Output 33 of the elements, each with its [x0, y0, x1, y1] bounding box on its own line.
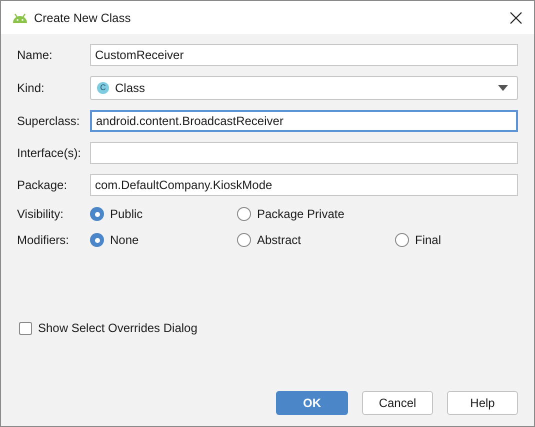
- window-title: Create New Class: [34, 10, 131, 26]
- radio-label[interactable]: None: [110, 231, 139, 249]
- field-label: Interface(s):: [17, 145, 82, 162]
- radio-label[interactable]: Final: [415, 231, 442, 249]
- android-logo-icon: [12, 12, 28, 22]
- radio-button[interactable]: [237, 207, 251, 221]
- radio-button[interactable]: [90, 233, 104, 247]
- radio-button[interactable]: [237, 233, 251, 247]
- radio-label[interactable]: Package Private: [257, 205, 344, 223]
- radio-button[interactable]: [395, 233, 409, 247]
- kind-dropdown[interactable]: C Class: [90, 76, 518, 100]
- radio-button[interactable]: [90, 207, 104, 221]
- checkbox-label[interactable]: Show Select Overrides Dialog: [38, 319, 198, 337]
- group-label: Visibility:: [17, 206, 64, 223]
- text-field[interactable]: CustomReceiver: [90, 44, 518, 66]
- radio-label[interactable]: Public: [110, 205, 143, 223]
- text-field[interactable]: android.content.BroadcastReceiver: [90, 110, 518, 132]
- group-label: Modifiers:: [17, 232, 70, 249]
- field-label: Name:: [17, 47, 54, 64]
- dropdown-arrow-icon[interactable]: [498, 85, 508, 91]
- dialog-button[interactable]: Cancel: [362, 391, 433, 415]
- checkbox[interactable]: [19, 322, 32, 334]
- class-icon: C: [97, 82, 109, 94]
- field-label: Kind:: [17, 80, 46, 97]
- text-field[interactable]: [90, 142, 518, 164]
- field-label: Package:: [17, 177, 68, 194]
- dialog-button[interactable]: Help: [447, 391, 518, 415]
- dialog-button[interactable]: OK: [276, 391, 348, 415]
- radio-label[interactable]: Abstract: [257, 231, 302, 249]
- text-field[interactable]: com.DefaultCompany.KioskMode: [90, 174, 518, 196]
- field-label: Superclass:: [17, 113, 81, 130]
- dropdown-value: Class: [115, 80, 146, 97]
- close-icon[interactable]: [510, 12, 522, 24]
